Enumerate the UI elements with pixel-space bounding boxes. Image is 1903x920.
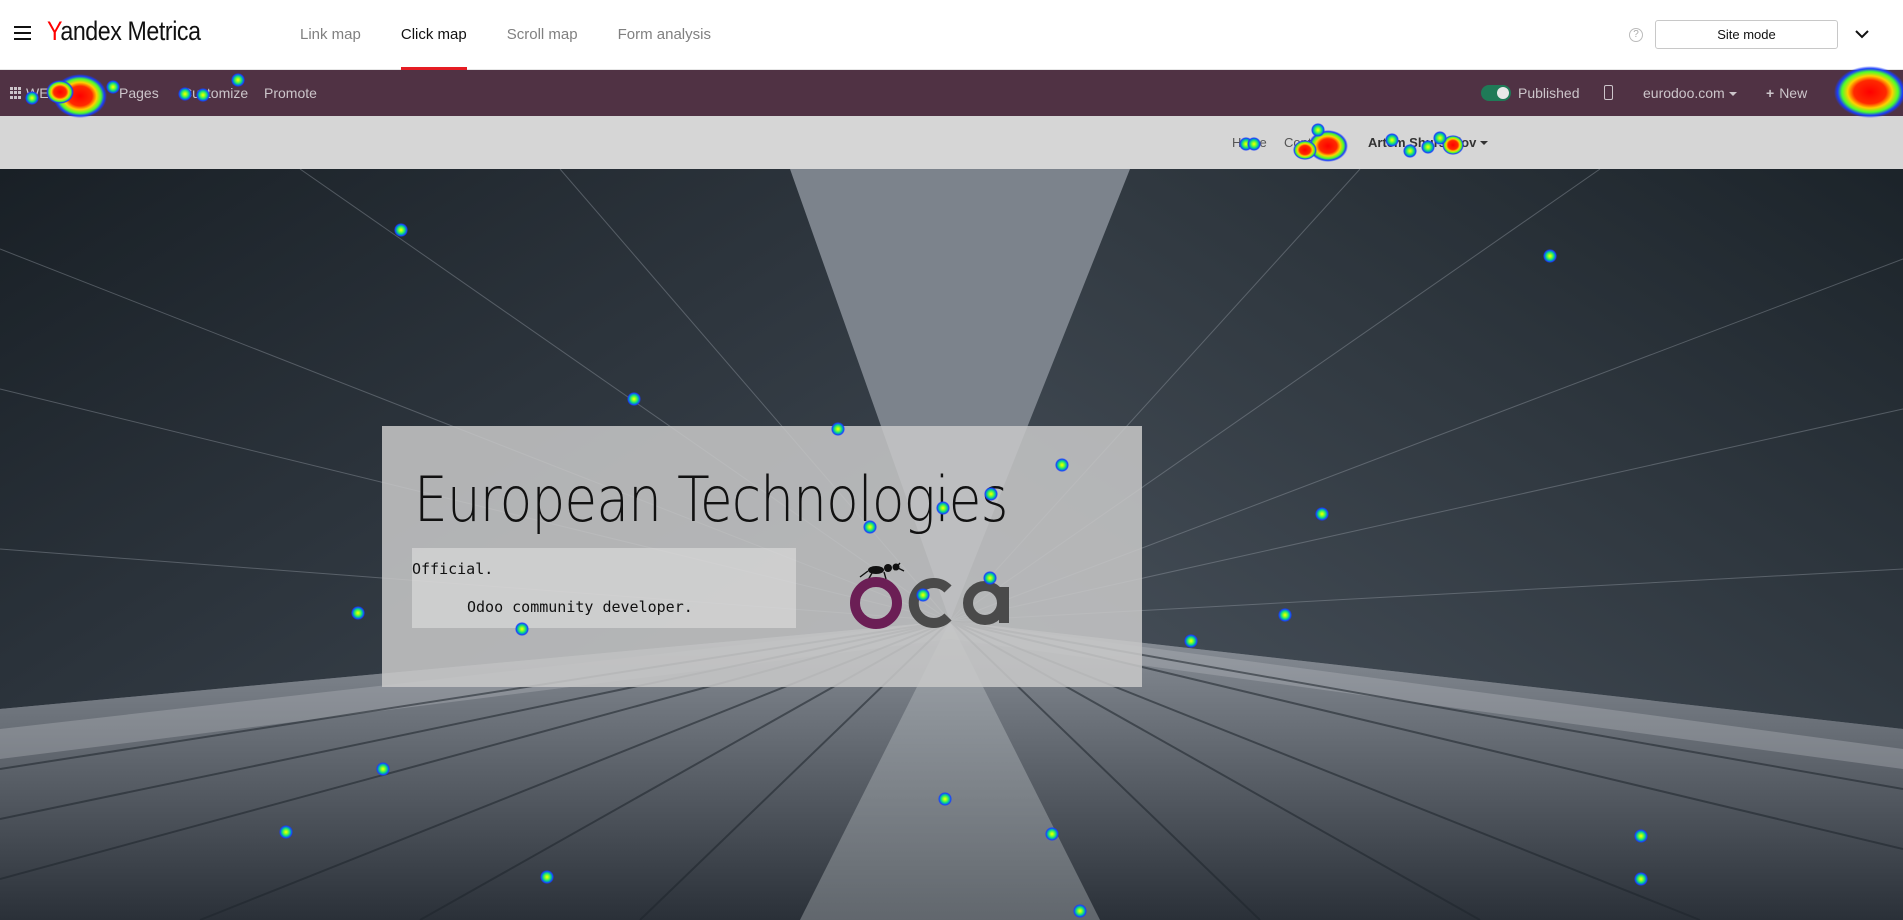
tab-click-map[interactable]: Click map (400, 0, 467, 70)
tab-form-analysis[interactable]: Form analysis (618, 0, 711, 70)
tab-scroll-map[interactable]: Scroll map (507, 0, 578, 70)
nav-contact-us[interactable]: Contact us (1284, 116, 1346, 169)
question-circle-icon[interactable]: ? (1629, 28, 1643, 42)
nav-home[interactable]: Home (1232, 116, 1267, 169)
promote-menu[interactable]: Promote (264, 70, 317, 116)
site-header: Home Contact us Artem Shurshilov (0, 116, 1903, 169)
user-name: Artem Shurshilov (1368, 135, 1477, 150)
hero-code-block: Official. Odoo community developer. (412, 548, 796, 628)
caret-down-icon (1728, 92, 1737, 96)
plus-icon: + (1766, 85, 1775, 101)
customize-menu[interactable]: Customize (182, 70, 248, 116)
grid-icon[interactable] (10, 87, 22, 99)
caret-down-icon (1480, 141, 1489, 145)
hero-code-line: Odoo community developer. (467, 598, 693, 616)
site-mode-button[interactable]: Site mode (1655, 20, 1838, 49)
hero-title: European Technologies (414, 463, 1008, 536)
published-toggle[interactable] (1481, 85, 1511, 101)
pages-menu[interactable]: Pages (119, 70, 159, 116)
domain-label: eurodoo.com (1643, 85, 1725, 101)
metrica-tabs: Link map Click map Scroll map Form analy… (300, 0, 751, 70)
website-menu[interactable]: WEBSITE (26, 70, 89, 116)
tab-link-map[interactable]: Link map (300, 0, 361, 70)
hero-code-line: Official. (412, 560, 494, 578)
yandex-metrica-logo[interactable]: Yandex Metrica (47, 16, 201, 47)
new-content-button[interactable]: + New (1766, 70, 1807, 116)
published-label: Published (1518, 85, 1580, 101)
oca-logo (850, 562, 1009, 629)
domain-dropdown[interactable]: eurodoo.com (1643, 70, 1737, 116)
new-label: New (1779, 85, 1808, 101)
hero-caption-box: European Technologies Official. Odoo com… (382, 426, 1142, 687)
chevron-down-icon[interactable] (1852, 24, 1872, 44)
mobile-icon[interactable] (1604, 85, 1613, 100)
website-editor-bar: WEBSITE Pages Customize Promote Publishe… (0, 70, 1903, 116)
hero-section: European Technologies Official. Odoo com… (0, 169, 1903, 920)
user-menu[interactable]: Artem Shurshilov (1368, 116, 1489, 169)
metrica-toolbar: Yandex Metrica Link map Click map Scroll… (0, 0, 1903, 70)
hamburger-icon[interactable] (14, 26, 31, 42)
